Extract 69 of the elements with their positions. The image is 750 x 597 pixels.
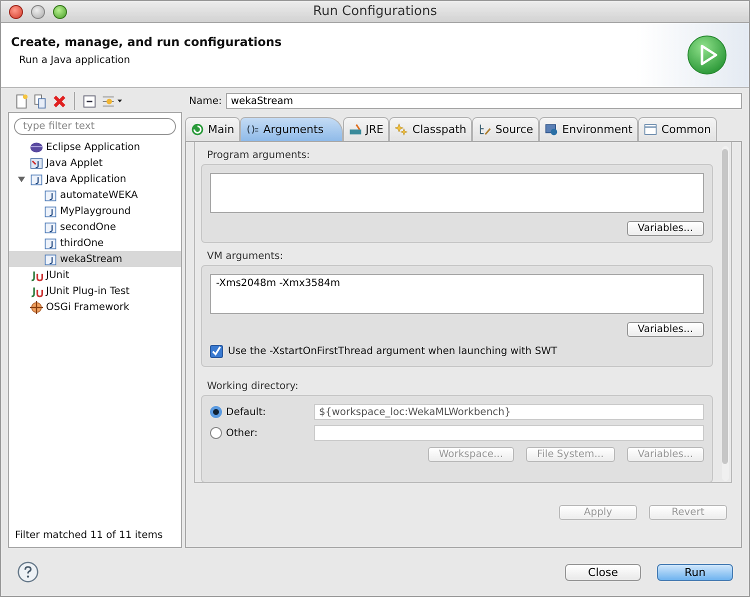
tab[interactable]: Environment (539, 117, 638, 141)
scrollbar[interactable] (722, 146, 729, 481)
sparkle-icon (395, 123, 408, 136)
radio-button[interactable] (210, 427, 222, 439)
crosshair-icon (30, 300, 43, 314)
group-label: VM arguments: (207, 251, 284, 262)
tree-item[interactable]: MyPlayground (9, 203, 181, 219)
dialog-button[interactable]: Close (565, 564, 641, 580)
tab[interactable]: Main (185, 117, 240, 141)
tree-item[interactable]: JUnit (9, 267, 181, 283)
play-icon (687, 35, 727, 75)
planet-icon (30, 140, 43, 154)
applet-icon (30, 156, 43, 170)
tree-item[interactable]: wekaStream (9, 251, 181, 267)
group-label: Program arguments: (207, 150, 311, 161)
checkbox[interactable] (210, 345, 223, 358)
tab[interactable]: Common (638, 117, 717, 141)
tab[interactable]: JRE (342, 117, 390, 141)
checkbox-label: Use the -XstartOnFirstThread argument when launching with SWT (228, 346, 558, 357)
run-icon (191, 123, 204, 136)
name-label: Name: (188, 96, 222, 106)
java-file-icon (44, 220, 57, 234)
java-file-icon (44, 252, 57, 266)
new-file-icon[interactable] (14, 94, 29, 108)
tree-item[interactable]: secondOne (9, 219, 181, 235)
java-file-icon (44, 204, 57, 218)
header-title: Create, manage, and run configurations (11, 34, 282, 48)
program-arguments-field[interactable] (210, 173, 704, 213)
brackets-icon (246, 123, 260, 136)
junit-icon (30, 268, 43, 282)
collapse-icon[interactable] (82, 94, 97, 108)
tree-item[interactable]: Java Applet (9, 155, 181, 171)
filter-status: Filter matched 11 of 11 items (14, 530, 164, 543)
tab[interactable]: Classpath (389, 117, 472, 141)
tree-item[interactable]: Java Application (9, 171, 181, 187)
tree-item[interactable]: Eclipse Application (9, 139, 181, 155)
library-icon (348, 123, 362, 136)
window-title: Run Configurations (313, 4, 437, 19)
source-tree-icon (478, 123, 492, 136)
header-subtitle: Run a Java application (19, 54, 132, 66)
window-icon (644, 123, 658, 136)
filter-field[interactable]: type filter text (14, 118, 176, 135)
junit-icon (30, 284, 43, 298)
dialog-button[interactable]: Run (657, 564, 733, 580)
vm-arguments-field[interactable]: -Xms2048m -Xmx3584m (210, 274, 704, 314)
zoom-icon[interactable] (53, 4, 67, 18)
java-file-icon (44, 188, 57, 202)
radio-label: Default: (226, 406, 267, 418)
tree-item[interactable]: thirdOne (9, 235, 181, 251)
environment-icon (545, 123, 558, 136)
java-file-icon (30, 172, 43, 186)
tab[interactable]: Source (472, 117, 540, 141)
variables-button[interactable]: Variables... (626, 322, 704, 337)
expand-arrow-icon[interactable] (17, 174, 26, 184)
group-label: Working directory: (207, 381, 300, 392)
close-icon[interactable] (9, 4, 23, 18)
delete-icon[interactable] (52, 94, 67, 108)
tab[interactable]: Arguments (240, 117, 343, 141)
tree-item[interactable]: automateWEKA (9, 187, 181, 203)
radio-label: Other: (226, 428, 259, 438)
name-field[interactable]: wekaStream (226, 93, 742, 109)
tree-item[interactable]: OSGi Framework (9, 299, 181, 315)
help-icon[interactable] (17, 561, 39, 583)
directory-field[interactable] (314, 425, 704, 441)
java-file-icon (44, 236, 57, 250)
tree-item[interactable]: JUnit Plug-in Test (9, 283, 181, 299)
variables-button[interactable]: Variables... (626, 221, 704, 236)
duplicate-icon[interactable] (33, 94, 48, 108)
minimize-icon[interactable] (31, 4, 45, 18)
